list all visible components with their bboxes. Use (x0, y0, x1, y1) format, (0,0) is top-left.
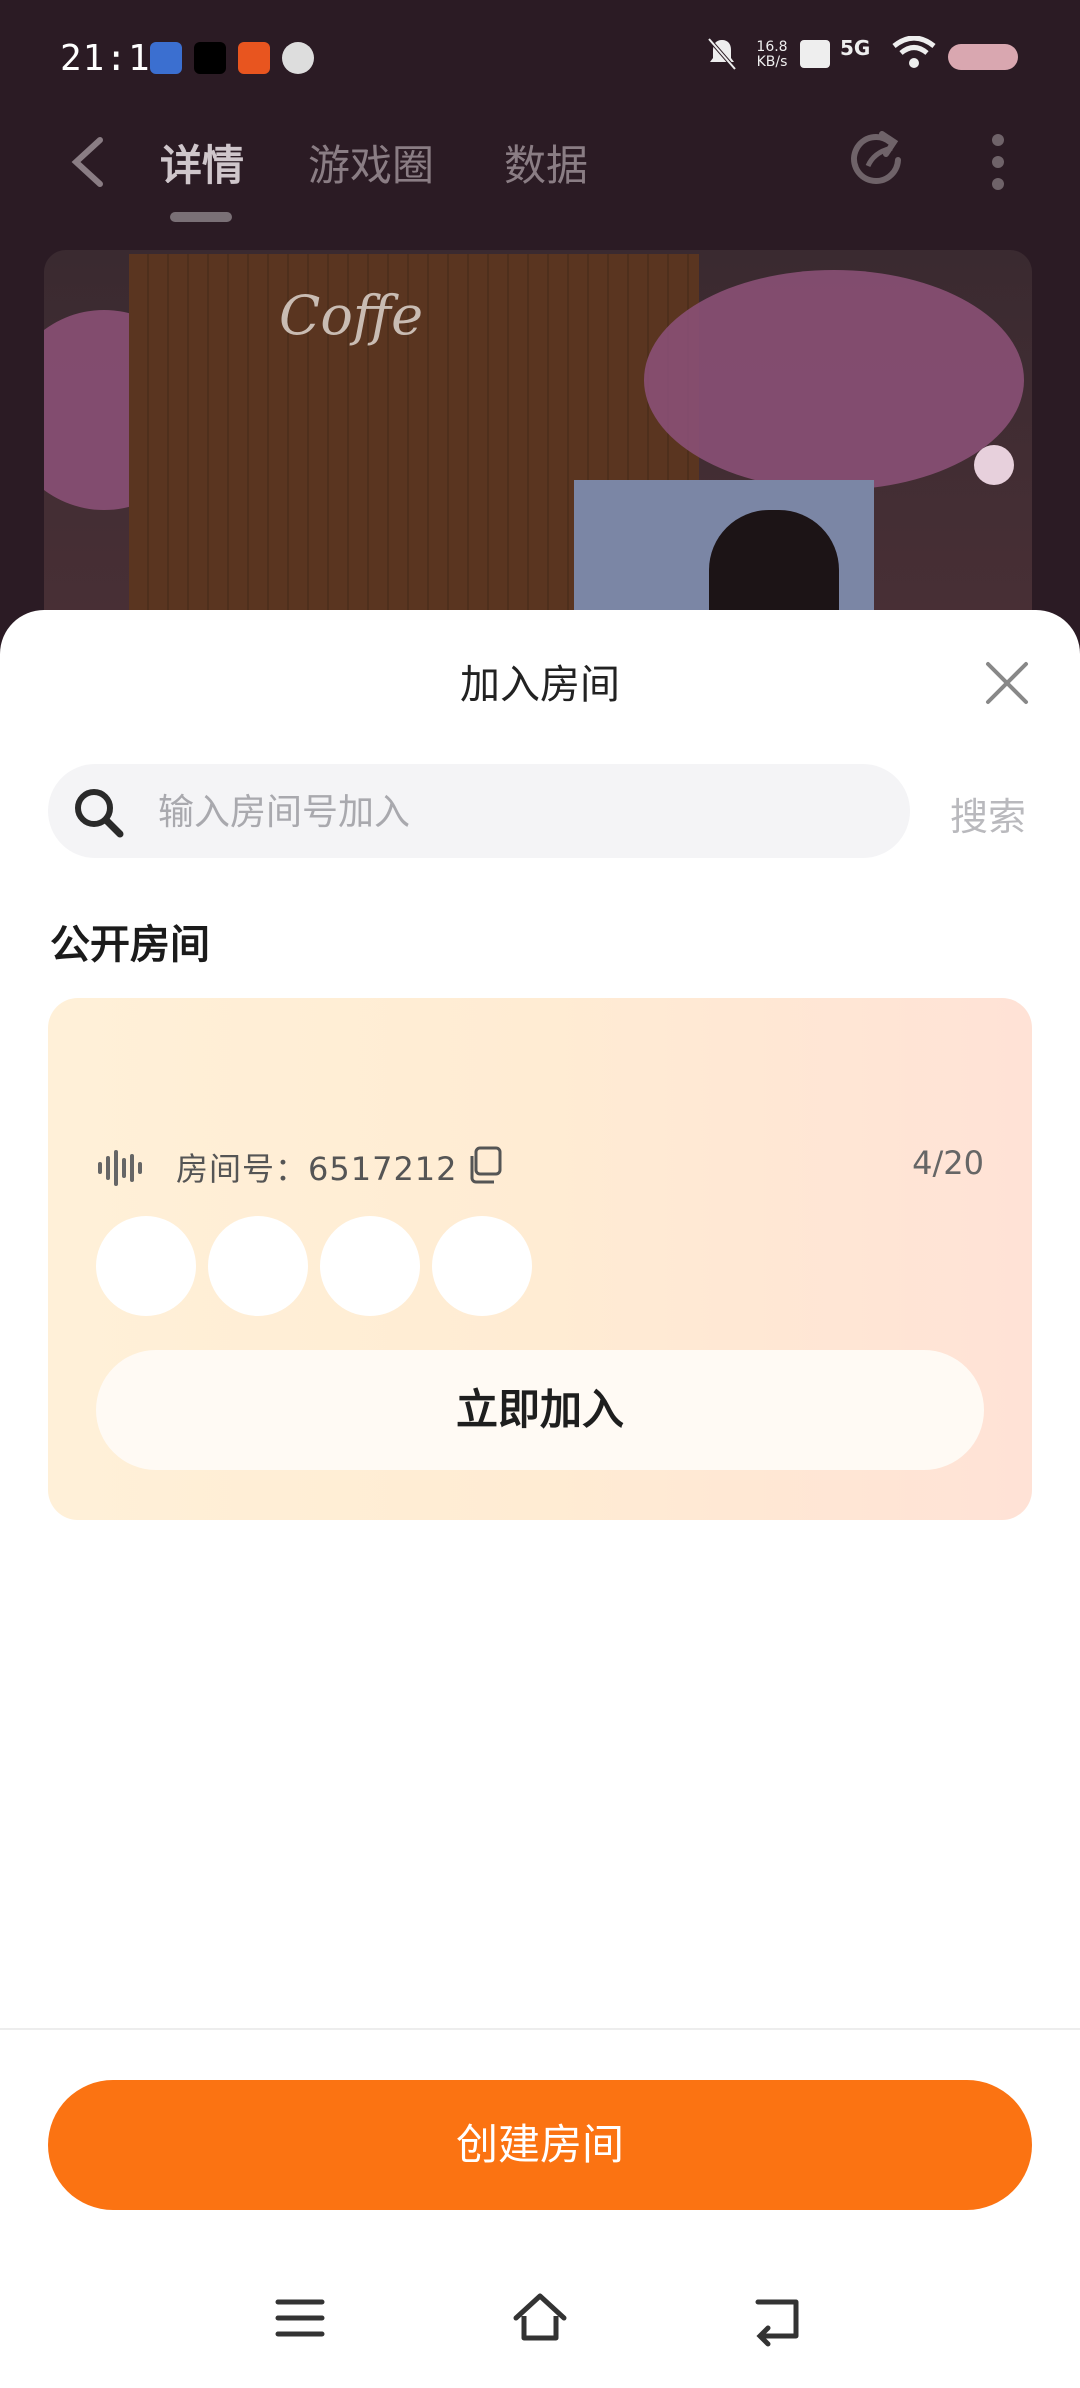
cherry-tree-right (644, 270, 1024, 490)
create-room-button[interactable]: 创建房间 (48, 2080, 1032, 2210)
more-options-icon[interactable] (990, 132, 1006, 192)
avatar (208, 1216, 308, 1316)
net-speed: 16.8 KB/s (756, 39, 788, 70)
tiktok-icon (194, 42, 226, 74)
public-rooms-heading: 公开房间 (50, 922, 210, 968)
status-bar: 21:15 16.8 KB/s 5G (0, 0, 1080, 120)
join-now-button[interactable]: 立即加入 (96, 1350, 984, 1470)
divider (0, 2028, 1080, 2030)
back-arrow-icon[interactable] (62, 132, 112, 192)
tab-details[interactable]: 详情 (160, 132, 244, 193)
home-icon[interactable] (510, 2288, 570, 2348)
avatar (320, 1216, 420, 1316)
hd-icon (800, 40, 830, 68)
wifi-icon (892, 35, 936, 76)
shopping-app-icon (238, 42, 270, 74)
tab-data[interactable]: 数据 (504, 132, 588, 193)
tab-game-circle[interactable]: 游戏圈 (308, 132, 434, 193)
search-box (48, 764, 910, 858)
menu-icon[interactable] (270, 2288, 330, 2348)
network-type: 5G (840, 36, 871, 60)
search-button[interactable]: 搜索 (950, 786, 1026, 841)
room-number: 房间号：6517212 (176, 1150, 458, 1188)
flower-status-icon (948, 44, 1018, 70)
avatar (96, 1216, 196, 1316)
cafe-sign: Coffe (279, 284, 424, 347)
room-card[interactable]: 房间号：6517212 4/20 立即加入 (48, 998, 1032, 1520)
close-icon[interactable] (984, 660, 1030, 706)
sheet-title: 加入房间 (460, 662, 620, 708)
game-app-icon (282, 42, 314, 74)
avatar (432, 1216, 532, 1316)
search-icon (75, 789, 124, 838)
voice-wave-icon (98, 1150, 142, 1186)
back-icon[interactable] (750, 2288, 810, 2348)
room-number-input[interactable] (156, 782, 880, 842)
room-occupancy: 4/20 (912, 1144, 984, 1182)
game-banner-image: Coffe (44, 250, 1032, 670)
copy-icon[interactable] (466, 1146, 502, 1184)
mute-icon (706, 36, 738, 78)
active-tab-indicator (170, 212, 232, 222)
share-icon[interactable] (846, 126, 910, 190)
street-lamp (974, 445, 1014, 485)
app-notification-icon (150, 42, 182, 74)
top-navigation: 详情 游戏圈 数据 (0, 110, 1080, 222)
join-room-sheet: 加入房间 搜索 公开房间 房间号：6517212 4/20 立即加入 创建房间 (0, 610, 1080, 2388)
system-navigation-bar (0, 2260, 1080, 2388)
